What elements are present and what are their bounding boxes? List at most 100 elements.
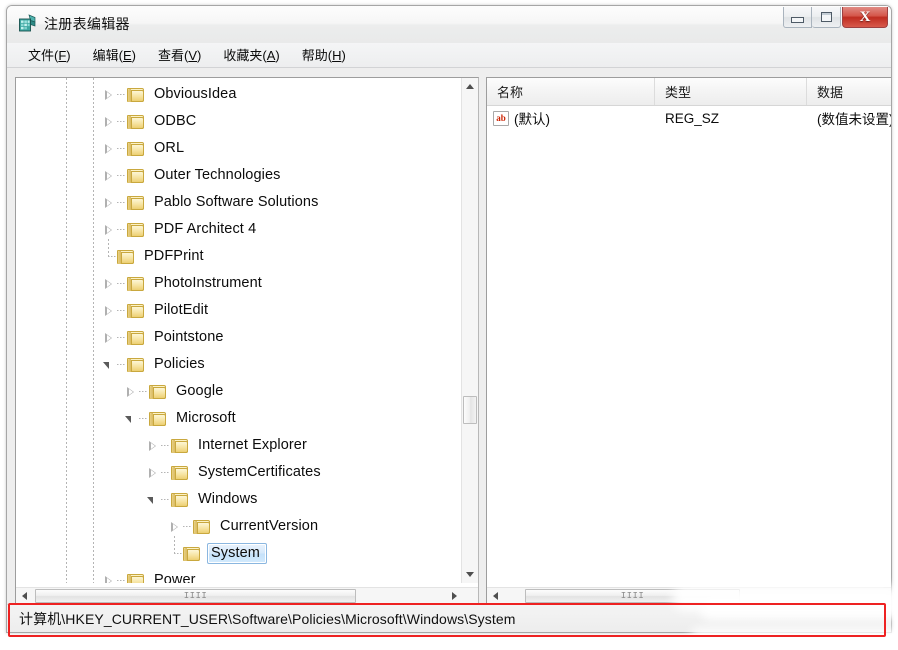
tree-connector — [161, 472, 170, 473]
scroll-right-arrow[interactable] — [446, 588, 463, 604]
tree-node-power[interactable]: Power — [101, 567, 199, 583]
scroll-left-arrow[interactable] — [16, 588, 33, 604]
tree-node-pdf-architect-4[interactable]: PDF Architect 4 — [101, 216, 259, 243]
chevron-right-icon[interactable] — [101, 270, 117, 297]
tree-node-internet-explorer[interactable]: Internet Explorer — [145, 432, 310, 459]
tree-node-odbc[interactable]: ODBC — [101, 108, 199, 135]
tree-node-pdfprint[interactable]: PDFPrint — [101, 239, 207, 270]
tree-connector — [117, 229, 126, 230]
tree-node-label: Power — [154, 571, 196, 583]
folder-icon — [149, 411, 167, 427]
redaction-smudge — [700, 598, 898, 620]
folder-icon — [171, 438, 189, 454]
tree-node-label: CurrentVersion — [220, 517, 319, 534]
window-title: 注册表编辑器 — [44, 16, 130, 32]
tree-connector — [117, 148, 126, 149]
minimize-button[interactable] — [783, 7, 812, 28]
registry-tree-pane[interactable]: ObviousIdea ODBC ORL Outer Technologies Pabl… — [15, 77, 479, 605]
folder-icon — [127, 303, 145, 319]
table-row[interactable]: ab (默认) REG_SZ (数值未设置) — [487, 105, 891, 131]
tree-node-outer-technologies[interactable]: Outer Technologies — [101, 162, 283, 189]
close-button[interactable]: X — [842, 7, 888, 28]
menu-item-favorites[interactable]: 收藏夹(A) — [212, 43, 290, 67]
tree-node-obviousidea[interactable]: ObviousIdea — [101, 81, 240, 108]
tree-node-systemcertificates[interactable]: SystemCertificates — [145, 459, 324, 486]
menu-item-view[interactable]: 查看(V) — [147, 43, 212, 67]
window-controls: X — [783, 7, 888, 28]
menu-item-help[interactable]: 帮助(H) — [291, 43, 357, 67]
scroll-up-arrow[interactable] — [462, 78, 478, 95]
tree-node-label: ODBC — [154, 112, 197, 129]
tree-horizontal-scrollbar[interactable]: IIII — [16, 587, 478, 604]
column-header-type[interactable]: 类型 — [655, 78, 807, 105]
tree-node-label: Internet Explorer — [198, 436, 307, 453]
tree-node-label: Pointstone — [154, 328, 224, 345]
tree-horizontal-scroll-thumb[interactable]: IIII — [35, 589, 356, 603]
chevron-right-icon[interactable] — [101, 108, 117, 135]
chevron-right-icon[interactable] — [145, 459, 161, 486]
chevron-down-icon[interactable] — [123, 405, 139, 432]
chevron-right-icon[interactable] — [167, 513, 183, 540]
folder-icon — [127, 195, 145, 211]
tree-node-system[interactable]: System — [167, 536, 267, 567]
folder-icon — [127, 222, 145, 238]
chevron-down-icon[interactable] — [145, 486, 161, 513]
tree-node-pointstone[interactable]: Pointstone — [101, 324, 227, 351]
tree-node-label: PhotoInstrument — [154, 274, 262, 291]
screenshot-root: 注册表编辑器 X 文件(F) 编辑(E) 查看(V) 收藏夹(A) 帮助(H) — [0, 0, 898, 650]
tree-node-label: Pablo Software Solutions — [154, 193, 319, 210]
tree-node-label: PDFPrint — [144, 247, 204, 264]
redaction-smudge — [690, 628, 898, 646]
menu-bar: 文件(F) 编辑(E) 查看(V) 收藏夹(A) 帮助(H) — [7, 43, 891, 68]
tree-connector — [117, 94, 126, 95]
tree-node-windows[interactable]: Windows — [145, 486, 261, 513]
tree-node-label: PDF Architect 4 — [154, 220, 257, 237]
scroll-down-arrow[interactable] — [462, 566, 478, 583]
folder-icon — [127, 114, 145, 130]
tree-connector — [117, 175, 126, 176]
scroll-left-arrow[interactable] — [487, 588, 504, 604]
folder-icon — [117, 249, 135, 265]
tree-connector — [117, 364, 126, 365]
tree-connector — [117, 580, 126, 581]
tree-node-microsoft[interactable]: Microsoft — [123, 405, 239, 432]
folder-icon — [127, 357, 145, 373]
tree-elbow-connector — [101, 239, 118, 270]
column-header-name[interactable]: 名称 — [487, 78, 655, 105]
chevron-right-icon[interactable] — [101, 162, 117, 189]
chevron-right-icon[interactable] — [101, 324, 117, 351]
chevron-right-icon[interactable] — [101, 567, 117, 583]
chevron-right-icon[interactable] — [101, 81, 117, 108]
registry-editor-icon — [19, 14, 36, 32]
chevron-down-icon[interactable] — [101, 351, 117, 378]
folder-icon — [127, 276, 145, 292]
chevron-right-icon[interactable] — [123, 378, 139, 405]
tree-node-pilotedit[interactable]: PilotEdit — [101, 297, 211, 324]
menu-item-file[interactable]: 文件(F) — [17, 43, 82, 67]
tree-vertical-scrollbar[interactable] — [461, 78, 478, 583]
column-header-data[interactable]: 数据 — [807, 78, 891, 105]
tree-node-photoinstrument[interactable]: PhotoInstrument — [101, 270, 265, 297]
registry-values-pane[interactable]: 名称 类型 数据 ab (默认) REG_SZ (数值未设置) IIII — [486, 77, 891, 605]
tree-vertical-scroll-thumb[interactable] — [463, 396, 477, 424]
tree-node-google[interactable]: Google — [123, 378, 226, 405]
chevron-right-icon[interactable] — [101, 297, 117, 324]
chevron-right-icon[interactable] — [101, 135, 117, 162]
tree-connector — [117, 310, 126, 311]
tree-node-label: Policies — [154, 355, 205, 372]
content-area: ObviousIdea ODBC ORL Outer Technologies Pabl… — [7, 68, 891, 632]
folder-icon — [127, 330, 145, 346]
tree-connector — [139, 418, 148, 419]
tree-connector — [161, 499, 170, 500]
chevron-right-icon[interactable] — [145, 432, 161, 459]
tree-node-policies[interactable]: Policies — [101, 351, 208, 378]
menu-item-edit[interactable]: 编辑(E) — [82, 43, 147, 67]
tree-node-pablo-software-solutions[interactable]: Pablo Software Solutions — [101, 189, 321, 216]
tree-connector — [117, 337, 126, 338]
chevron-right-icon[interactable] — [101, 216, 117, 243]
chevron-right-icon[interactable] — [101, 189, 117, 216]
tree-node-currentversion[interactable]: CurrentVersion — [167, 513, 321, 540]
tree-node-orl[interactable]: ORL — [101, 135, 187, 162]
maximize-button[interactable] — [812, 7, 841, 28]
tree-node-label: System — [207, 542, 267, 565]
